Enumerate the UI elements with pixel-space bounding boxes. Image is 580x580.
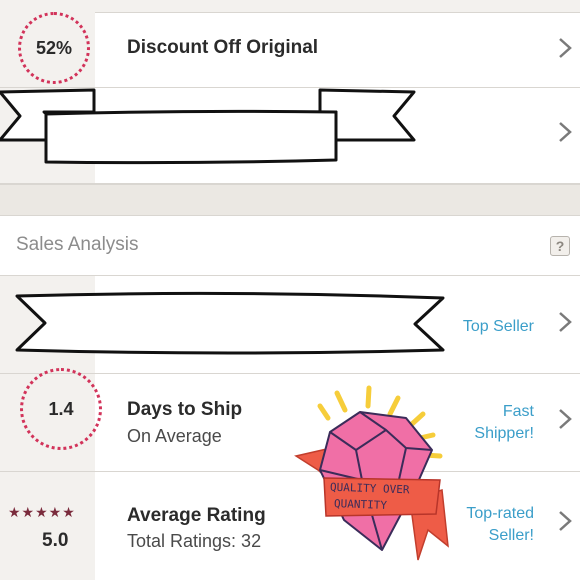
ribbon-center <box>44 109 338 165</box>
sticker-text-line1: QUALITY OVER <box>329 480 410 497</box>
sticker-text-line2: QUANTITY <box>333 497 388 512</box>
ribbon-banner-top <box>0 88 416 165</box>
decorative-overlay <box>0 88 449 561</box>
ribbon-banner-seller <box>15 291 445 355</box>
